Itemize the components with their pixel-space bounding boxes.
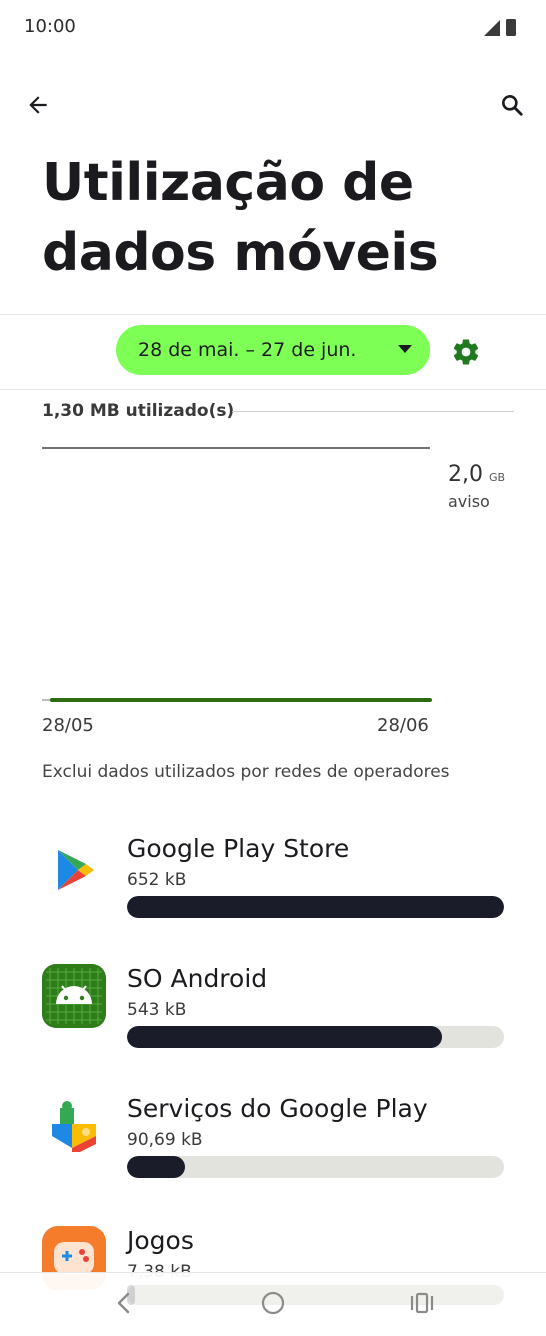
- app-row-google-play-services[interactable]: Serviços do Google Play 90,69 kB: [0, 1094, 546, 1204]
- back-button[interactable]: [18, 85, 58, 125]
- period-dropdown[interactable]: 28 de mai. – 27 de jun.: [116, 325, 430, 375]
- caret-down-icon: [398, 345, 412, 353]
- app-name: SO Android: [127, 964, 268, 993]
- signal-battery-icon: [484, 19, 516, 36]
- app-size: 543 kB: [127, 1000, 187, 1020]
- usage-chart: [42, 447, 432, 702]
- warning-value-number: 2,0: [448, 462, 483, 487]
- usage-bar-fill: [127, 1026, 442, 1048]
- app-row-android-os[interactable]: SO Android 543 kB: [0, 964, 546, 1074]
- app-name: Google Play Store: [127, 834, 350, 863]
- usage-bar-fill: [127, 896, 504, 918]
- period-label: 28 de mai. – 27 de jun.: [138, 339, 357, 361]
- app-name: Jogos: [127, 1226, 194, 1255]
- chart-date-start: 28/05: [42, 715, 94, 736]
- warning-value: 2,0 GB: [448, 462, 505, 487]
- nav-home-icon: [261, 1291, 285, 1315]
- usage-bar: [127, 896, 504, 918]
- google-play-services-icon: [52, 1101, 96, 1152]
- status-bar: 10:00: [0, 0, 546, 56]
- usage-bar: [127, 1026, 504, 1048]
- google-play-store-icon: [58, 850, 94, 890]
- nav-back-icon: [117, 1292, 130, 1314]
- app-size: 90,69 kB: [127, 1130, 203, 1150]
- app-size: 652 kB: [127, 870, 187, 890]
- page-title-line-1: Utilização de: [42, 153, 414, 213]
- data-warning-settings-button[interactable]: [446, 332, 486, 372]
- arrow-left-icon: [29, 96, 47, 114]
- divider: [0, 389, 546, 390]
- warning-label: aviso: [448, 492, 490, 511]
- chart-date-end: 28/06: [377, 715, 429, 736]
- usage-summary: 1,30 MB utilizado(s): [42, 401, 235, 421]
- app-name: Serviços do Google Play: [127, 1094, 428, 1123]
- nav-back-button[interactable]: [104, 1285, 144, 1321]
- navigation-bar: [0, 1272, 546, 1335]
- page-title: Utilização de dados móveis: [42, 148, 522, 288]
- search-button[interactable]: [492, 85, 532, 125]
- warning-unit: GB: [489, 471, 506, 484]
- divider: [0, 314, 546, 315]
- gear-icon: [453, 339, 479, 365]
- summary-line: [232, 411, 514, 412]
- carrier-note: Exclui dados utilizados por redes de ope…: [42, 762, 450, 782]
- nav-home-button[interactable]: [253, 1285, 293, 1321]
- usage-bar: [127, 1156, 504, 1178]
- page-title-line-2: dados móveis: [42, 223, 439, 283]
- nav-recents-button[interactable]: [402, 1285, 442, 1321]
- nav-recents-icon: [410, 1292, 434, 1314]
- usage-bar-fill: [127, 1156, 186, 1178]
- android-os-icon: [42, 964, 106, 1028]
- status-time: 10:00: [24, 16, 76, 37]
- app-row-google-play-store[interactable]: Google Play Store 652 kB: [0, 834, 546, 944]
- usage-bar: [127, 1285, 504, 1305]
- search-icon: [502, 95, 523, 116]
